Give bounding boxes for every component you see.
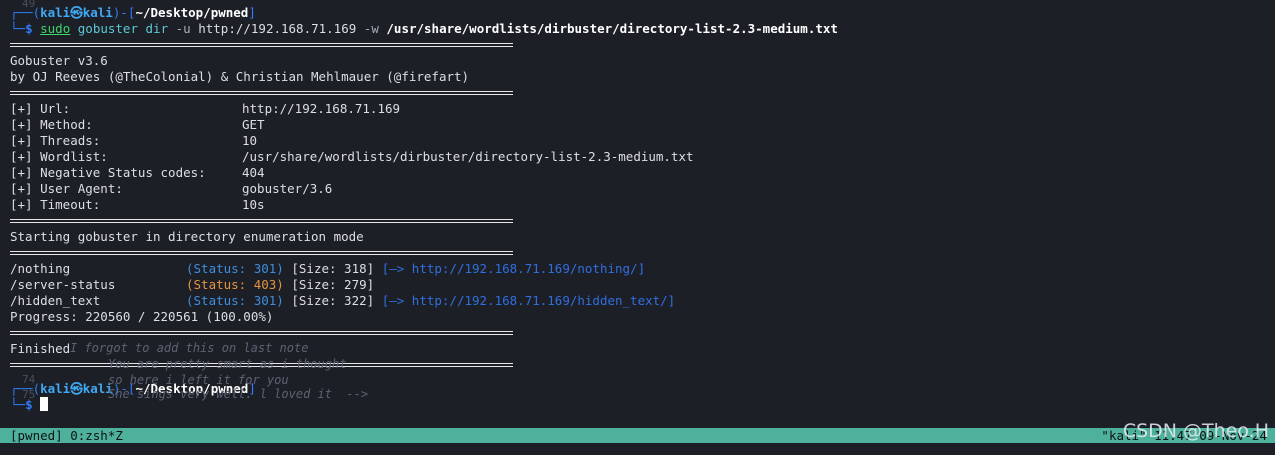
result-row: /hidden_text (Status: 301) [Size: 322] [—… [10,293,676,308]
banner-version: Gobuster v3.6 [10,53,108,68]
terminal-window[interactable]: 49 I forgot to add this on last note You… [0,0,1275,455]
config-list: [+] Url: http://192.168.71.169 [+] Method… [10,101,1265,213]
prompt-user: kali [40,381,71,396]
status-code: (Status: 301) [186,261,284,276]
background-comment-line: You are pretty smart as i thought [108,357,347,371]
prompt-directory: ~/Desktop/pwned [135,5,249,20]
background-line-number: 75 [22,388,36,401]
background-comment-line: so here i left it for you [108,373,289,387]
config-row: [+] Negative Status codes: 404 [10,165,265,180]
banner-authors: by OJ Reeves (@TheColonial) & Christian … [10,69,470,84]
status-code: (Status: 403) [186,277,284,292]
results-list: /nothing (Status: 301) [Size: 318] [—> ht… [10,261,1265,309]
command-url: http://192.168.71.169 [198,21,357,36]
redirect-link[interactable]: [—> http://192.168.71.169/nothing/] [382,261,645,276]
tmux-session-window[interactable]: [pwned] 0:zsh*Z [10,428,123,443]
separator [10,331,513,335]
progress-line: Progress: 220560 / 220561 (100.00%) [10,309,274,324]
command-program: gobuster [77,21,138,36]
separator [10,219,513,223]
command-line[interactable]: └─$ sudo gobuster dir -u http://192.168.… [10,21,1265,37]
config-row: [+] User Agent: gobuster/3.6 [10,181,333,196]
tmux-status-bar: [pwned] 0:zsh*Z "kali" 11:47 09-Nov-24 [0,428,1275,443]
separator [10,43,513,47]
config-row: [+] Timeout: 10s [10,197,265,212]
config-row: [+] Wordlist:/usr/share/wordlists/dirbus… [10,149,694,164]
start-message: Starting gobuster in directory enumerati… [10,229,364,244]
background-comment-line: I forgot to add this on last note [70,341,309,355]
background-comment-line: She sings very well. l loved it --> [108,387,369,401]
result-row: /nothing (Status: 301) [Size: 318] [—> ht… [10,261,646,276]
status-code: (Status: 301) [186,293,284,308]
command-wordlist: /usr/share/wordlists/dirbuster/directory… [386,21,838,36]
prompt-header: ┌──(kali㉿kali)-[~/Desktop/pwned] [10,5,256,20]
background-line-number: 74 [22,373,36,386]
command-sudo: sudo [40,21,71,36]
separator [10,91,513,95]
prompt-host: kali [82,5,113,20]
redirect-link[interactable]: [—> http://192.168.71.169/hidden_text/] [382,293,676,308]
text-cursor [40,397,49,411]
config-row: [+] Url: http://192.168.71.169 [10,101,401,116]
config-row: [+] Method: GET [10,117,265,132]
background-line-number: 49 [22,0,36,10]
config-row: [+] Threads: 10 [10,133,258,148]
watermark: CSDN @Theo.H [1122,420,1269,442]
separator [10,251,513,255]
prompt-user: kali [40,5,71,20]
result-row: /server-status (Status: 403) [Size: 279] [10,277,375,292]
